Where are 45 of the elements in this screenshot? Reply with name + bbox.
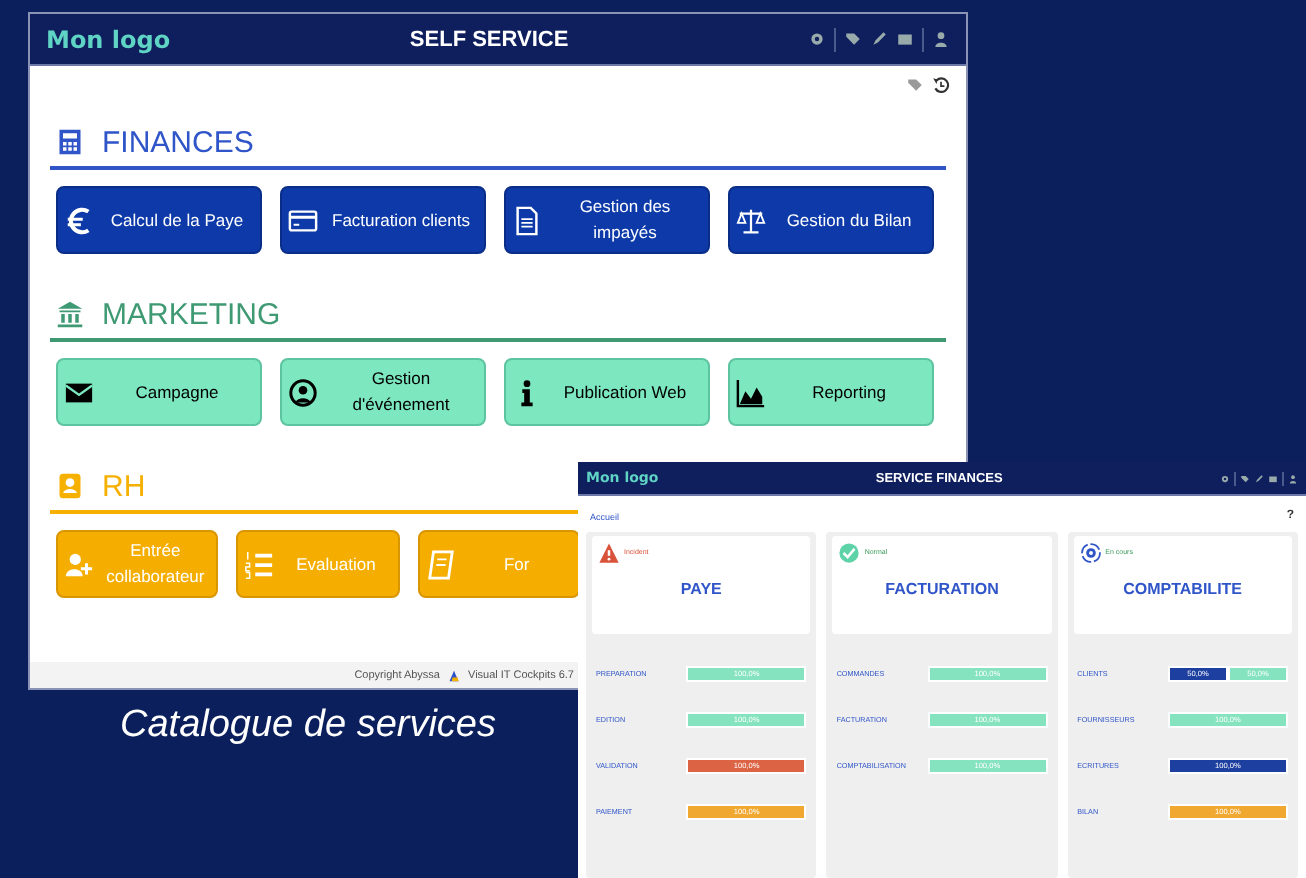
scales-icon	[736, 205, 766, 235]
service-title: PAYE	[680, 580, 722, 598]
badge-icon	[56, 472, 84, 500]
pencil-icon	[1254, 473, 1264, 483]
person-icon	[288, 377, 318, 407]
service-button[interactable]: Publication Web	[504, 358, 710, 426]
document-icon	[512, 205, 542, 235]
tag-icon	[1240, 473, 1250, 483]
service-button[interactable]: Calcul de la Paye	[56, 186, 262, 254]
book-icon	[425, 549, 456, 579]
service-button[interactable]: Gestion du Bilan	[728, 186, 934, 254]
check-circle-icon	[838, 542, 861, 564]
chart-icon	[736, 377, 766, 407]
service-title: FACTURATION	[885, 580, 999, 598]
user-icon	[932, 30, 950, 48]
service-button[interactable]: Gestion des impayés	[504, 186, 710, 254]
warning-icon	[598, 542, 620, 564]
card-icon	[288, 205, 318, 235]
service-title: COMPTABILITE	[1123, 580, 1243, 598]
card-icon	[1268, 473, 1278, 483]
logo-icon	[448, 669, 460, 681]
logo-text: Mon logo	[46, 25, 171, 53]
service-button[interactable]: Facturation clients	[280, 186, 486, 254]
settings-icon	[808, 30, 826, 48]
bank-icon	[56, 300, 84, 328]
window-title: SELF SERVICE	[407, 27, 571, 51]
history-icon	[932, 76, 950, 94]
caption-text: Catalogue de services	[120, 704, 496, 746]
gear-cycle-icon	[1079, 542, 1102, 564]
service-button[interactable]: Gestion d'événement	[280, 358, 486, 426]
service-button[interactable]: Reporting	[728, 358, 934, 426]
section-title: MARKETING	[102, 297, 281, 331]
service-button[interactable]: Campagne	[56, 358, 262, 426]
section-title: FINANCES	[102, 125, 254, 159]
tag-icon	[906, 76, 924, 94]
settings-icon	[1220, 473, 1230, 483]
user-add-icon	[64, 549, 94, 579]
pencil-icon	[870, 30, 888, 48]
euro-icon	[64, 205, 94, 235]
tag-icon	[844, 30, 862, 48]
card-icon	[896, 30, 914, 48]
section-title: RH	[102, 469, 146, 503]
numbered-list-icon	[244, 549, 275, 579]
user-icon	[1288, 473, 1298, 483]
calculator-icon	[56, 128, 84, 156]
